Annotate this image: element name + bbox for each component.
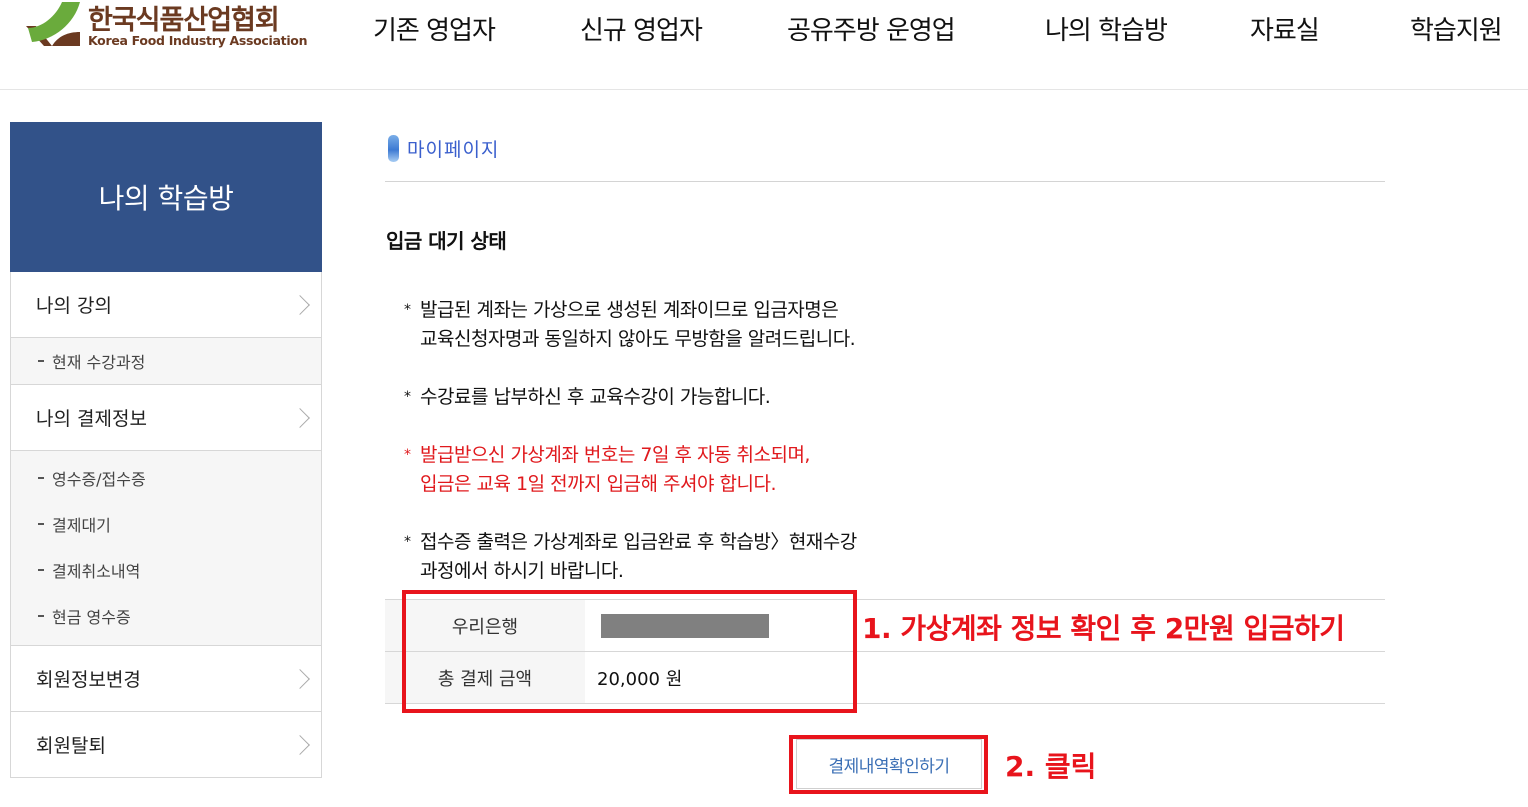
chevron-right-icon [290, 407, 310, 428]
asterisk-icon: * [404, 534, 411, 550]
nav-resources[interactable]: 자료실 [1250, 10, 1320, 46]
sidebar-subitem-payment-pending[interactable]: 결제대기 [11, 501, 321, 547]
dash-icon [38, 569, 44, 571]
annotation-highlight-box-account [402, 590, 857, 713]
sidebar-subitem-payment-cancellations[interactable]: 결제취소내역 [11, 547, 321, 593]
sidebar-item-label: 나의 결제정보 [36, 408, 147, 430]
asterisk-icon: * [404, 302, 411, 318]
sidebar-item-my-lectures[interactable]: 나의 강의 [10, 272, 322, 338]
notice-line: 수강료를 납부하신 후 교육수강이 가능합니다. [420, 386, 771, 408]
sidebar-subitem-label: 영수증/접수증 [52, 470, 146, 489]
notice-tuition: * 수강료를 납부하신 후 교육수강이 가능합니다. [404, 383, 857, 412]
page-title: 입금 대기 상태 [386, 229, 507, 253]
sidebar-subitem-label: 현금 영수증 [52, 608, 131, 627]
sidebar: 나의 학습방 나의 강의 현재 수강과정 나의 결제정보 영수증/접수증 결제대… [10, 122, 322, 778]
chevron-right-icon [290, 294, 310, 315]
logo-korean-name: 한국식품산업협회 [88, 5, 280, 36]
asterisk-icon: * [404, 447, 411, 463]
chevron-right-icon [290, 734, 310, 755]
sidebar-title: 나의 학습방 [10, 122, 322, 272]
nav-my-study-room[interactable]: 나의 학습방 [1045, 10, 1168, 46]
logo-mark-icon [26, 2, 80, 46]
nav-learning-support[interactable]: 학습지원 [1410, 10, 1503, 46]
notice-expiration-warning: * 발급받으신 가상계좌 번호는 7일 후 자동 취소되며, 입금은 교육 1일… [404, 441, 857, 499]
sidebar-item-label: 나의 강의 [36, 295, 112, 317]
nav-existing-business[interactable]: 기존 영업자 [373, 10, 496, 46]
sidebar-subitem-current-courses[interactable]: 현재 수강과정 [11, 338, 321, 384]
sidebar-subitem-label: 결제대기 [52, 516, 111, 535]
chevron-right-icon [290, 668, 310, 689]
notice-line: 교육신청자명과 동일하지 않아도 무방함을 알려드립니다. [420, 328, 856, 350]
notice-receipt-print: * 접수증 출력은 가상계좌로 입금완료 후 학습방〉현재수강 과정에서 하시기… [404, 528, 857, 586]
notice-virtual-account: * 발급된 계좌는 가상으로 생성된 계좌이므로 입금자명은 교육신청자명과 동… [404, 296, 857, 354]
nav-new-business[interactable]: 신규 영업자 [580, 10, 703, 46]
annotation-step-2: 2. 클릭 [1005, 750, 1097, 783]
notice-line: 발급된 계좌는 가상으로 생성된 계좌이므로 입금자명은 [420, 299, 839, 321]
pill-bullet-icon [388, 135, 399, 162]
sidebar-submenu-my-lectures: 현재 수강과정 [10, 338, 322, 385]
sidebar-item-label: 회원정보변경 [36, 669, 141, 691]
dash-icon [38, 615, 44, 617]
dash-icon [38, 523, 44, 525]
dash-icon [38, 360, 44, 362]
breadcrumb: 마이페이지 [388, 135, 499, 162]
sidebar-submenu-payment: 영수증/접수증 결제대기 결제취소내역 현금 영수증 [10, 451, 322, 646]
dash-icon [38, 477, 44, 479]
notice-line: 과정에서 하시기 바랍니다. [420, 560, 624, 582]
annotation-highlight-box-button [789, 735, 988, 794]
divider [385, 181, 1385, 182]
sidebar-subitem-cash-receipt[interactable]: 현금 영수증 [11, 593, 321, 639]
nav-shared-kitchen[interactable]: 공유주방 운영업 [787, 10, 956, 46]
sidebar-subitem-receipts[interactable]: 영수증/접수증 [11, 455, 321, 501]
site-logo[interactable]: 한국식품산업협회 Korea Food Industry Association [22, 0, 312, 56]
sidebar-item-label: 회원탈퇴 [36, 735, 106, 757]
sidebar-subitem-label: 결제취소내역 [52, 562, 141, 581]
notice-list: * 발급된 계좌는 가상으로 생성된 계좌이므로 입금자명은 교육신청자명과 동… [404, 296, 857, 615]
sidebar-item-edit-member-info[interactable]: 회원정보변경 [10, 646, 322, 712]
site-header: 한국식품산업협회 Korea Food Industry Association… [0, 0, 1528, 90]
sidebar-item-withdraw-membership[interactable]: 회원탈퇴 [10, 712, 322, 778]
logo-english-name: Korea Food Industry Association [88, 33, 308, 48]
asterisk-icon: * [404, 389, 411, 405]
sidebar-subitem-label: 현재 수강과정 [52, 353, 146, 372]
notice-line: 발급받으신 가상계좌 번호는 7일 후 자동 취소되며, [420, 444, 810, 466]
sidebar-item-my-payment-info[interactable]: 나의 결제정보 [10, 385, 322, 451]
annotation-step-1: 1. 가상계좌 정보 확인 후 2만원 입금하기 [862, 612, 1345, 645]
notice-line: 입금은 교육 1일 전까지 입금해 주셔야 합니다. [420, 473, 777, 495]
breadcrumb-mypage[interactable]: 마이페이지 [407, 135, 499, 162]
notice-line: 접수증 출력은 가상계좌로 입금완료 후 학습방〉현재수강 [420, 531, 857, 553]
